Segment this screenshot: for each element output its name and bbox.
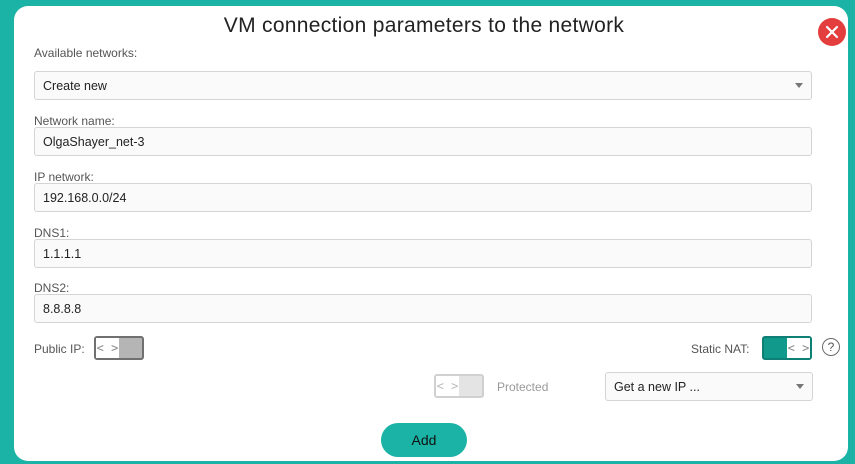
close-button[interactable] [818,18,846,46]
available-networks-value: Create new [43,78,107,93]
dns1-input[interactable]: 1.1.1.1 [34,239,812,268]
available-networks-select[interactable]: Create new [34,71,812,100]
chevron-down-icon [795,83,803,88]
protected-toggle-knob: < > [436,376,459,396]
public-ip-label: Public IP: [34,342,85,356]
available-networks-label: Available networks: [34,46,138,60]
network-name-input[interactable]: OlgaShayer_net-3 [34,127,812,156]
ip-select-value: Get a new IP ... [614,379,700,394]
dns2-input[interactable]: 8.8.8.8 [34,294,812,323]
network-name-label: Network name: [34,114,115,128]
dns2-label: DNS2: [34,281,70,295]
dns1-label: DNS1: [34,226,70,240]
dns1-value: 1.1.1.1 [43,246,82,261]
dns2-value: 8.8.8.8 [43,301,82,316]
public-ip-toggle-knob: < > [96,338,119,358]
ip-network-value: 192.168.0.0/24 [43,190,127,205]
ip-select[interactable]: Get a new IP ... [605,372,813,401]
chevron-down-icon [796,384,804,389]
protected-label: Protected [497,380,549,394]
public-ip-toggle[interactable]: < > [94,336,144,360]
dialog-title: VM connection parameters to the network [223,14,625,37]
static-nat-toggle[interactable]: < > [762,336,812,360]
static-nat-label: Static NAT: [691,342,750,356]
static-nat-toggle-knob: < > [787,338,810,358]
add-button[interactable]: Add [381,423,467,457]
help-icon[interactable]: ? [822,338,840,356]
network-name-value: OlgaShayer_net-3 [43,134,145,149]
ip-network-input[interactable]: 192.168.0.0/24 [34,183,812,212]
ip-network-label: IP network: [34,170,94,184]
protected-toggle[interactable]: < > [434,374,484,398]
close-icon [825,25,839,39]
